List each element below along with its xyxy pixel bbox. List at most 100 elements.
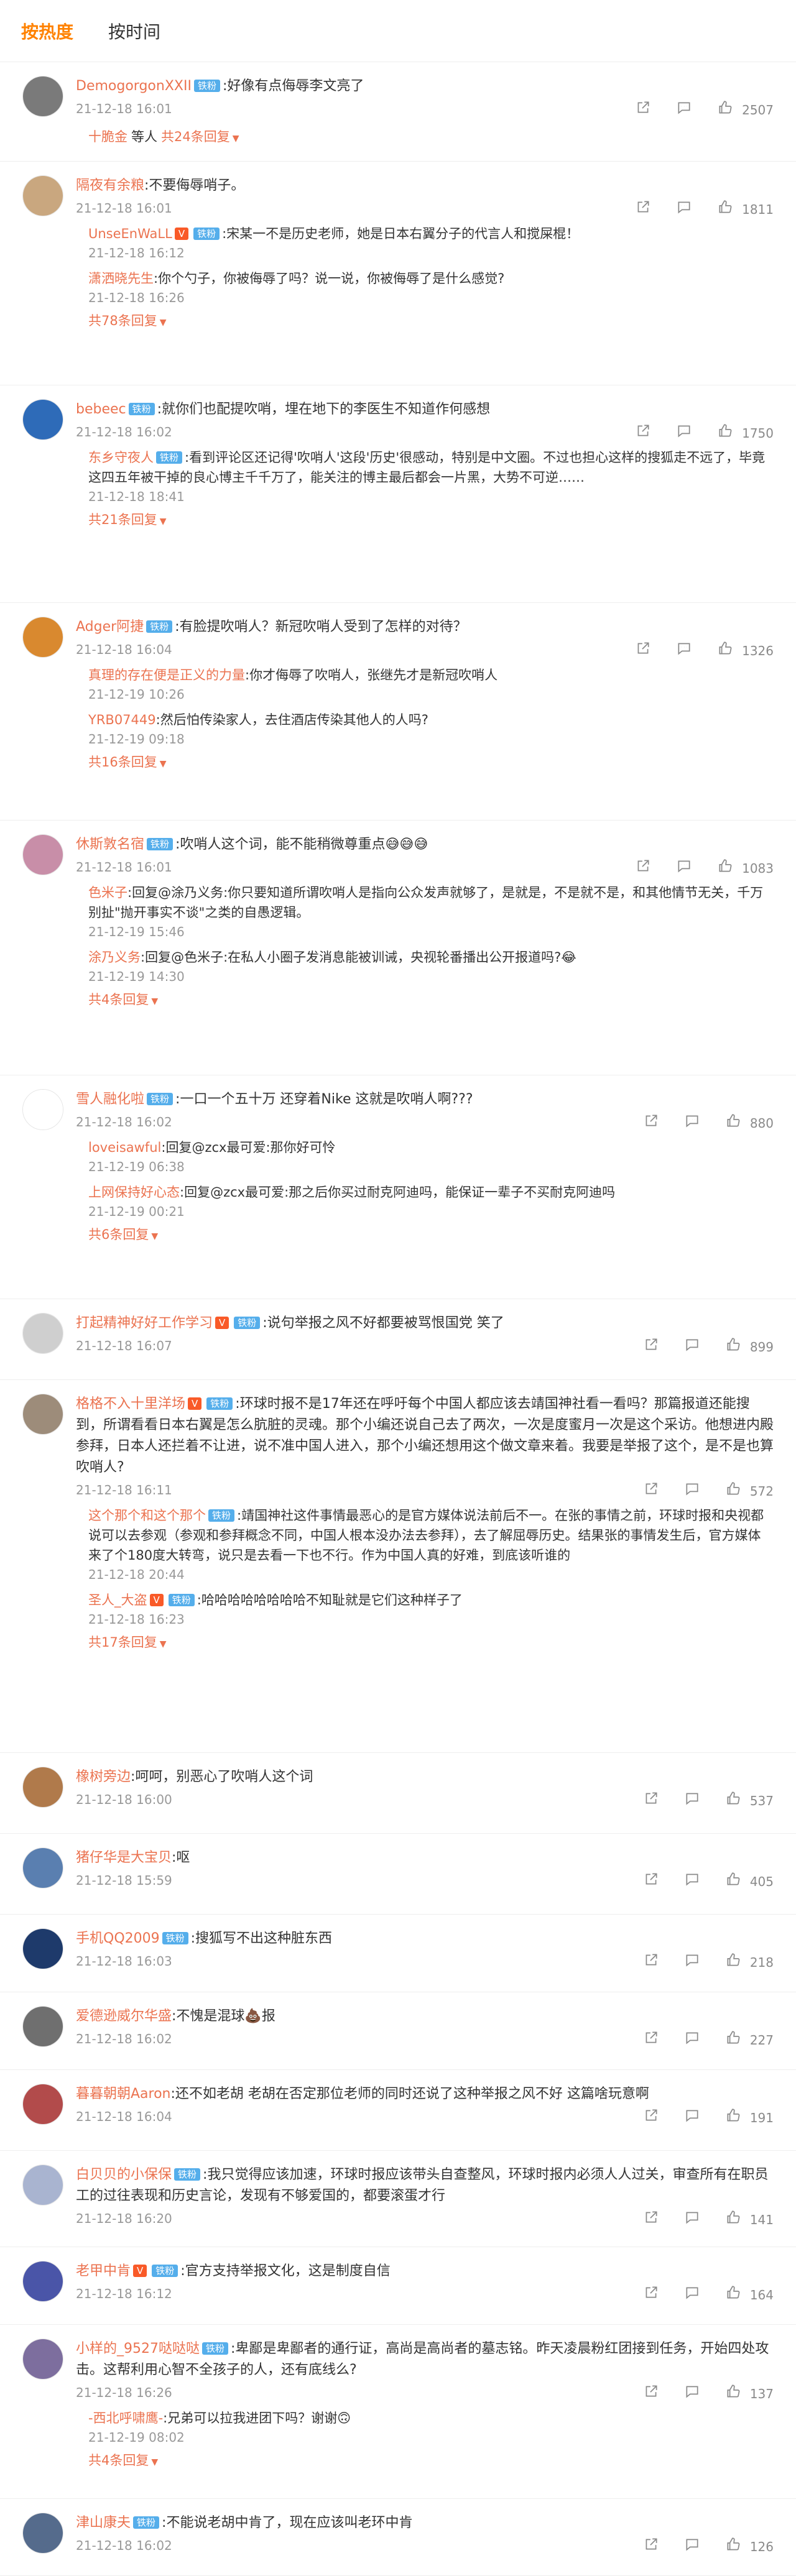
avatar[interactable] [22,2339,63,2380]
reply-button[interactable] [684,1336,700,1358]
reply-summary-user[interactable]: 十脆金 [88,129,127,144]
comment-username[interactable]: 休斯敦名宿 [76,837,144,852]
like-button[interactable]: 1811 [717,199,774,220]
more-replies-link[interactable]: 共24条回复 [161,129,230,144]
comment-username[interactable]: 猪仔华是大宝贝 [76,1850,172,1865]
comment-username[interactable]: Adger阿捷 [76,619,144,635]
share-button[interactable] [643,2383,659,2404]
reply-button[interactable] [684,1952,700,1973]
share-button[interactable] [635,423,651,444]
reply-username[interactable]: 色米子 [88,885,127,900]
reply-button[interactable] [684,2284,700,2306]
share-button[interactable] [643,1336,659,1358]
more-replies-button[interactable]: 共4条回复 ▼ [76,990,774,1011]
reply-button[interactable] [676,199,692,220]
share-button[interactable] [635,199,651,220]
reply-button[interactable] [676,99,692,121]
reply-button[interactable] [684,1113,700,1134]
tab-time[interactable]: 按时间 [108,19,160,44]
avatar[interactable] [22,617,63,658]
share-button[interactable] [635,640,651,661]
like-button[interactable]: 405 [725,1871,774,1892]
comment-username[interactable]: 格格不入十里洋场 [76,1396,185,1412]
reply-summary[interactable]: 十脆金 等人 共24条回复 ▼ [76,127,774,149]
reply-username[interactable]: loveisawful [88,1140,161,1155]
avatar[interactable] [22,2164,63,2206]
reply-username[interactable]: 圣人_大盗 [88,1593,147,1608]
reply-username[interactable]: 上网保持好心态 [88,1185,180,1200]
avatar[interactable] [22,1313,63,1354]
share-button[interactable] [635,858,651,879]
reply-username[interactable]: -西北呼啸鹰- [88,2411,163,2426]
reply-button[interactable] [684,2030,700,2051]
avatar[interactable] [22,834,63,875]
more-replies-button[interactable]: 共6条回复 ▼ [76,1225,774,1246]
avatar[interactable] [22,2084,63,2125]
like-button[interactable]: 1326 [717,640,774,661]
more-replies-button[interactable]: 共21条回复 ▼ [76,510,774,531]
reply-button[interactable] [684,2383,700,2404]
avatar[interactable] [22,2513,63,2554]
avatar[interactable] [22,1847,63,1888]
reply-button[interactable] [676,423,692,444]
comment-username[interactable]: 小样的_9527哒哒哒 [76,2341,200,2357]
avatar[interactable] [22,2261,63,2302]
avatar[interactable] [22,1928,63,1969]
comment-username[interactable]: 白贝贝的小保保 [76,2167,172,2183]
comment-username[interactable]: 打起精神好好工作学习 [76,1315,213,1331]
comment-username[interactable]: 津山康夫 [76,2515,131,2531]
share-button[interactable] [643,1481,659,1502]
avatar[interactable] [22,1089,63,1130]
like-button[interactable]: 164 [725,2284,774,2306]
like-button[interactable]: 2507 [717,99,774,121]
share-button[interactable] [643,1790,659,1811]
reply-username[interactable]: 潇洒晓先生 [88,271,154,286]
reply-button[interactable] [676,640,692,661]
comment-username[interactable]: 老甲中肯 [76,2263,131,2279]
reply-button[interactable] [684,1871,700,1892]
comment-username[interactable]: 橡树旁边 [76,1769,131,1785]
reply-button[interactable] [676,858,692,879]
reply-button[interactable] [684,1481,700,1502]
comment-username[interactable]: 爱德逊威尔华盛 [76,2008,172,2024]
reply-button[interactable] [684,2107,700,2128]
avatar[interactable] [22,1394,63,1435]
reply-username[interactable]: 真理的存在便是正义的力量 [88,668,245,683]
share-button[interactable] [643,2107,659,2128]
like-button[interactable]: 141 [725,2209,774,2230]
comment-username[interactable]: DemogorgonXXII [76,78,192,94]
more-replies-button[interactable]: 共17条回复 ▼ [76,1632,774,1654]
reply-username[interactable]: YRB07449 [88,712,156,727]
like-button[interactable]: 537 [725,1790,774,1811]
avatar[interactable] [22,399,63,440]
comment-username[interactable]: bebeec [76,402,126,417]
share-button[interactable] [643,1113,659,1134]
reply-button[interactable] [684,2536,700,2557]
avatar[interactable] [22,175,63,216]
like-button[interactable]: 218 [725,1952,774,1973]
like-button[interactable]: 126 [725,2536,774,2557]
like-button[interactable]: 137 [725,2383,774,2404]
share-button[interactable] [643,2209,659,2230]
share-button[interactable] [643,1952,659,1973]
share-button[interactable] [643,2536,659,2557]
reply-username[interactable]: 这个那个和这个那个 [88,1508,206,1523]
share-button[interactable] [643,1871,659,1892]
avatar[interactable] [22,76,63,117]
share-button[interactable] [643,2030,659,2051]
reply-button[interactable] [684,1790,700,1811]
like-button[interactable]: 1083 [717,858,774,879]
comment-username[interactable]: 隔夜有余粮 [76,178,144,193]
tab-hot[interactable]: 按热度 [21,19,73,44]
reply-button[interactable] [684,2209,700,2230]
like-button[interactable]: 899 [725,1336,774,1358]
comment-username[interactable]: 雪人融化啦 [76,1092,144,1107]
more-replies-button[interactable]: 共4条回复 ▼ [76,2450,774,2472]
more-replies-button[interactable]: 共78条回复 ▼ [76,311,774,333]
like-button[interactable]: 1750 [717,423,774,444]
share-button[interactable] [643,2284,659,2306]
comment-username[interactable]: 暮暮朝朝Aaron [76,2086,171,2102]
like-button[interactable]: 572 [725,1481,774,1502]
avatar[interactable] [22,2006,63,2047]
comment-username[interactable]: 手机QQ2009 [76,1931,160,1946]
